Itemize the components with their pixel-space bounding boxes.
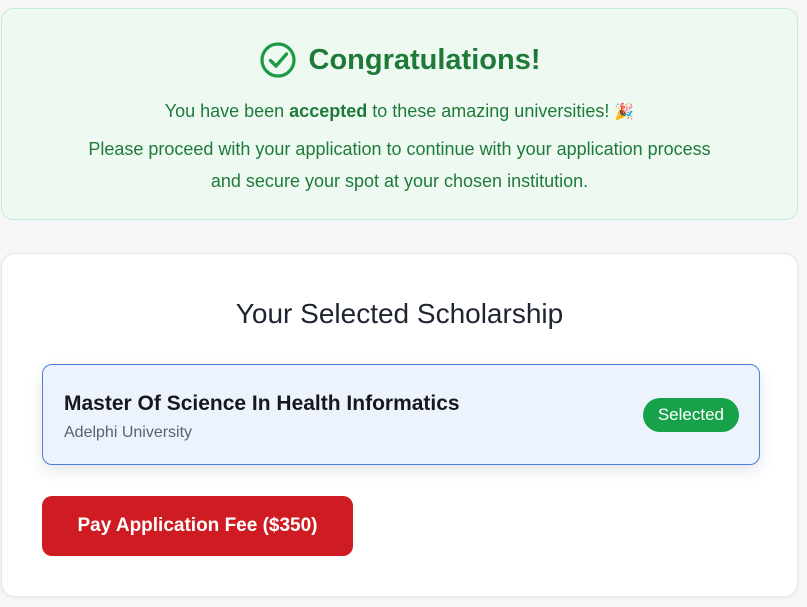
program-name: Master Of Science In Health Informatics: [64, 392, 460, 415]
check-circle-icon: [259, 42, 296, 78]
selected-scholarship-card: Your Selected Scholarship Master Of Scie…: [1, 253, 798, 597]
selected-badge: Selected: [642, 398, 739, 432]
congratulations-banner: Congratulations! You have been accepted …: [1, 8, 798, 220]
congrats-title: Congratulations!: [308, 43, 541, 76]
proceed-line-1: Please proceed with your application to …: [88, 139, 711, 159]
acceptance-prefix: You have been: [164, 101, 290, 121]
acceptance-message: You have been accepted to these amazing …: [2, 99, 797, 125]
congrats-header: Congratulations!: [2, 41, 797, 79]
party-popper-icon: 🎉: [614, 104, 635, 121]
university-name: Adelphi University: [64, 424, 193, 441]
accepted-text: accepted: [289, 101, 368, 121]
scholarship-item[interactable]: Master Of Science In Health Informatics …: [42, 364, 760, 465]
proceed-message: Please proceed with your application to …: [2, 133, 797, 197]
pay-application-fee-button[interactable]: Pay Application Fee ($350): [42, 496, 353, 556]
acceptance-suffix: to these amazing universities!: [367, 101, 615, 121]
proceed-line-2: and secure your spot at your chosen inst…: [210, 171, 589, 191]
selected-scholarship-heading: Your Selected Scholarship: [235, 298, 564, 329]
